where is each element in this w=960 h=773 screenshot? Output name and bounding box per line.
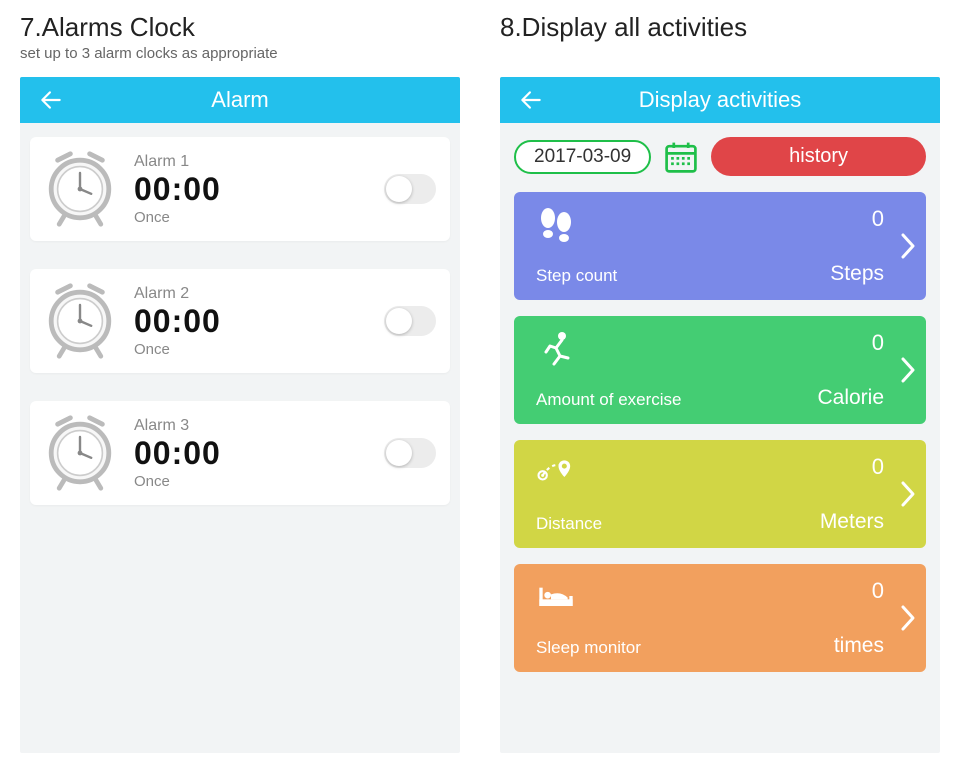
activity-card-exercise[interactable]: Amount of exercise 0 Calorie (514, 316, 926, 424)
alarm-clock-icon (40, 413, 120, 493)
chevron-right-icon (898, 603, 918, 633)
alarm-name: Alarm 1 (134, 153, 384, 171)
activity-label: Amount of exercise (536, 390, 682, 410)
chevron-right-icon (898, 479, 918, 509)
activity-unit: Calorie (817, 386, 884, 410)
sleep-icon (536, 578, 576, 614)
alarm-screen: Alarm Alarm 1 00:00 Once (20, 77, 460, 753)
alarm-toggle[interactable] (384, 174, 436, 204)
activity-label: Distance (536, 514, 602, 534)
date-history-row: 2017-03-09 history (514, 137, 926, 176)
activity-value: 0 (872, 206, 884, 232)
activity-unit: times (834, 634, 884, 658)
arrow-left-icon (38, 87, 64, 113)
activity-label: Sleep monitor (536, 638, 641, 658)
alarm-row[interactable]: Alarm 3 00:00 Once (30, 401, 450, 505)
alarm-toggle[interactable] (384, 306, 436, 336)
activity-unit: Steps (830, 262, 884, 286)
activity-unit: Meters (820, 510, 884, 534)
alarm-info: Alarm 3 00:00 Once (134, 417, 384, 490)
chevron-right-icon (898, 231, 918, 261)
activities-screen: Display activities 2017-03-09 history (500, 77, 940, 753)
alarm-time: 00:00 (134, 173, 384, 205)
alarms-section: 7.Alarms Clock set up to 3 alarm clocks … (20, 12, 460, 753)
arrow-left-icon (518, 87, 544, 113)
alarm-name: Alarm 3 (134, 417, 384, 435)
alarm-repeat: Once (134, 341, 384, 358)
activity-card-steps[interactable]: Step count 0 Steps (514, 192, 926, 300)
alarm-row[interactable]: Alarm 1 00:00 Once (30, 137, 450, 241)
alarm-list: Alarm 1 00:00 Once Alarm 2 (20, 123, 460, 547)
alarm-repeat: Once (134, 209, 384, 226)
alarm-time: 00:00 (134, 305, 384, 337)
activity-card-distance[interactable]: Distance 0 Meters (514, 440, 926, 548)
chevron-right-icon (898, 355, 918, 385)
alarm-topbar: Alarm (20, 77, 460, 123)
history-button[interactable]: history (711, 137, 926, 176)
alarm-name: Alarm 2 (134, 285, 384, 303)
back-button[interactable] (38, 87, 64, 113)
section-subtitle-empty (500, 45, 940, 67)
date-picker[interactable]: 2017-03-09 (514, 140, 651, 174)
activities-section: 8.Display all activities Display activit… (500, 12, 940, 753)
activity-card-sleep[interactable]: Sleep monitor 0 times (514, 564, 926, 672)
activity-value: 0 (872, 330, 884, 356)
section-subtitle: set up to 3 alarm clocks as appropriate (20, 45, 460, 67)
alarm-toggle[interactable] (384, 438, 436, 468)
alarm-repeat: Once (134, 473, 384, 490)
running-icon (536, 330, 576, 366)
back-button[interactable] (518, 87, 544, 113)
activity-label: Step count (536, 266, 617, 286)
activities-topbar: Display activities (500, 77, 940, 123)
alarm-row[interactable]: Alarm 2 00:00 Once (30, 269, 450, 373)
screen-title: Display activities (500, 87, 940, 113)
screen-title: Alarm (20, 87, 460, 113)
alarm-info: Alarm 1 00:00 Once (134, 153, 384, 226)
activity-value: 0 (872, 578, 884, 604)
distance-icon (536, 454, 576, 490)
section-title: 8.Display all activities (500, 12, 940, 43)
footsteps-icon (536, 206, 576, 242)
alarm-clock-icon (40, 281, 120, 361)
alarm-time: 00:00 (134, 437, 384, 469)
section-title: 7.Alarms Clock (20, 12, 460, 43)
alarm-clock-icon (40, 149, 120, 229)
calendar-icon[interactable] (663, 139, 699, 175)
alarm-info: Alarm 2 00:00 Once (134, 285, 384, 358)
activity-value: 0 (872, 454, 884, 480)
activities-body: 2017-03-09 history (500, 123, 940, 686)
